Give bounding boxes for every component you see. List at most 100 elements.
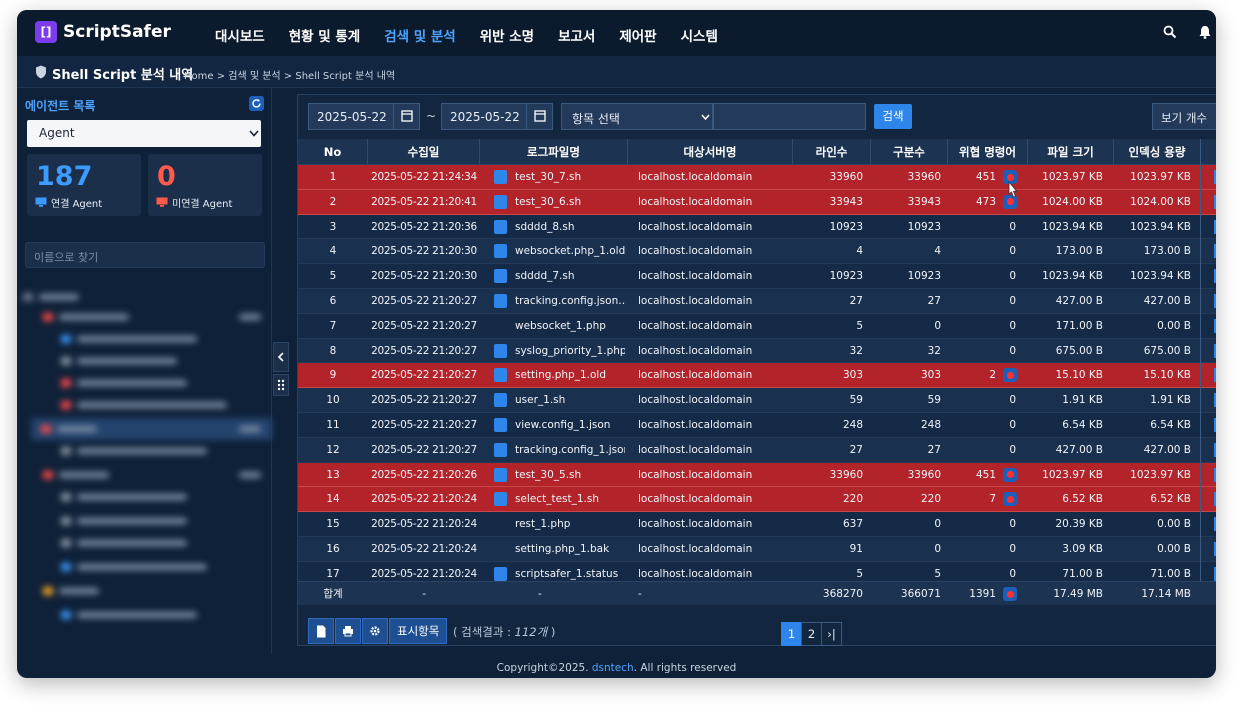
tree-item[interactable] [61,490,187,504]
column-header-3[interactable]: 대상서버명 [628,139,793,165]
table-row[interactable]: 16 2025-05-22 21:20:24 setting.php_1.bak lo… [298,537,1216,562]
tree-item[interactable] [61,560,207,574]
table-row[interactable]: 9 2025-05-22 21:20:27 setting.php_1.old loc… [298,363,1216,389]
hidden-column-button[interactable] [1214,393,1216,408]
file-icon[interactable] [494,566,507,581]
calendar-button[interactable] [526,104,552,129]
table-row[interactable]: 1 2025-05-22 21:24:34 test_30_7.sh localhos… [298,165,1216,190]
hidden-column-button[interactable] [1214,294,1216,308]
tree-item[interactable] [61,332,197,346]
keyword-input[interactable] [713,103,866,130]
table-row[interactable]: 6 2025-05-22 21:20:27 tracking.config.json… [298,289,1216,314]
display-fields-button[interactable]: 표시항목 [389,618,448,644]
hidden-column-button[interactable] [1214,318,1216,333]
tree-item[interactable] [61,536,187,550]
refresh-icon[interactable] [249,96,264,111]
table-row[interactable]: 15 2025-05-22 21:20:24 rest_1.php localhost… [298,512,1216,537]
column-header-2[interactable]: 로그파일명 [480,139,628,165]
nav-item-3[interactable]: 위반 소명 [480,25,534,45]
print-button[interactable] [335,618,361,644]
start-date-input[interactable]: 2025-05-22 [308,103,420,130]
hidden-column-button[interactable] [1214,566,1216,581]
table-row[interactable]: 13 2025-05-22 21:20:26 test_30_5.sh localho… [298,462,1216,488]
sidebar-resize-handle[interactable] [273,374,289,396]
file-icon[interactable] [494,269,507,284]
column-header-0[interactable]: No [298,139,368,165]
copyright-brand[interactable]: dsntech [592,662,634,674]
file-icon[interactable] [494,294,507,308]
agent-name-search-input[interactable]: 이름으로 찾기 [25,242,265,268]
tree-item[interactable] [61,514,187,528]
hidden-column-button[interactable] [1214,492,1216,507]
hidden-column-button[interactable] [1214,542,1216,556]
tree-item[interactable] [61,398,227,412]
column-header-8[interactable]: 인덱싱 용량 [1114,139,1201,165]
column-header-1[interactable]: 수집일 [368,139,480,165]
field-select[interactable]: 항목 선택 [561,103,713,130]
nav-item-6[interactable]: 시스템 [681,25,718,45]
search-button[interactable]: 검색 [874,104,912,129]
sidebar-collapse-button[interactable] [273,342,289,372]
file-icon[interactable] [494,170,507,184]
hidden-column-button[interactable] [1214,194,1216,209]
tree-item[interactable] [61,444,207,458]
agent-select[interactable]: Agent [27,120,261,147]
tree-item[interactable] [41,422,97,436]
settings-button[interactable] [362,618,388,644]
threat-detail-icon[interactable] [1003,587,1017,601]
nav-item-0[interactable]: 대시보드 [215,25,265,45]
agent-tree-blurred[interactable] [17,276,272,652]
tree-item[interactable] [61,376,187,390]
file-icon[interactable] [494,393,507,408]
table-row[interactable]: 5 2025-05-22 21:20:30 sdddd_7.sh localhost.… [298,264,1216,289]
hidden-column-button[interactable] [1214,442,1216,457]
excel-export-button[interactable] [308,618,334,644]
table-row[interactable]: 14 2025-05-22 21:20:24 select_test_1.sh loc… [298,487,1216,513]
tree-item[interactable] [43,310,129,324]
table-row[interactable]: 10 2025-05-22 21:20:27 user_1.sh localhost.… [298,388,1216,413]
table-row[interactable]: 11 2025-05-22 21:20:27 view.config_1.json l… [298,413,1216,438]
calendar-button[interactable] [393,104,419,129]
column-header-5[interactable]: 구분수 [871,139,948,165]
table-row[interactable]: 4 2025-05-22 21:20:30 websocket.php_1.old l… [298,239,1216,265]
file-icon[interactable] [494,368,507,383]
nav-item-5[interactable]: 제어판 [619,25,656,45]
threat-detail-icon[interactable] [1003,492,1017,507]
table-row[interactable]: 2 2025-05-22 21:20:41 test_30_6.sh localhos… [298,189,1216,215]
file-icon[interactable] [494,219,507,234]
disconnected-agent-card[interactable]: 0 미연결 Agent [148,154,262,216]
file-icon[interactable] [494,492,507,507]
search-icon[interactable] [1163,25,1177,39]
table-row[interactable]: 8 2025-05-22 21:20:27 syslog_priority_1.ph… [298,338,1216,364]
column-header-6[interactable]: 위협 명령어 [948,139,1028,165]
tree-item[interactable] [23,290,79,304]
tree-item[interactable] [61,608,197,622]
table-row[interactable]: 7 2025-05-22 21:20:27 websocket_1.php local… [298,313,1216,339]
file-icon[interactable] [494,244,507,259]
tree-item[interactable] [43,468,109,482]
hidden-column-button[interactable] [1214,467,1216,482]
hidden-column-button[interactable] [1214,269,1216,284]
hidden-column-button[interactable] [1214,244,1216,259]
page-1-button[interactable]: 1 [781,622,802,646]
hidden-column-button[interactable] [1214,343,1216,358]
hidden-column-button[interactable] [1214,368,1216,383]
page-size-select[interactable]: 보기 개수 [1152,103,1216,130]
column-header-7[interactable]: 파일 크기 [1028,139,1114,165]
file-icon[interactable] [494,194,507,209]
file-icon[interactable] [494,343,507,358]
hidden-column-button[interactable] [1214,219,1216,234]
table-row[interactable]: 12 2025-05-22 21:20:27 tracking.config_1.j… [298,437,1216,463]
threat-detail-icon[interactable] [1003,368,1017,383]
nav-item-4[interactable]: 보고서 [558,25,595,45]
hidden-column-button[interactable] [1214,170,1216,184]
table-row[interactable]: 3 2025-05-22 21:20:36 sdddd_8.sh localhost.… [298,214,1216,240]
nav-item-1[interactable]: 현황 및 통계 [289,25,361,45]
page-2-button[interactable]: 2 [801,622,822,646]
file-icon[interactable] [494,467,507,482]
hidden-column-button[interactable] [1214,418,1216,432]
tree-item[interactable] [43,584,99,598]
hidden-column-button[interactable] [1214,517,1216,532]
end-date-input[interactable]: 2025-05-22 [441,103,553,130]
column-header-4[interactable]: 라인수 [793,139,871,165]
